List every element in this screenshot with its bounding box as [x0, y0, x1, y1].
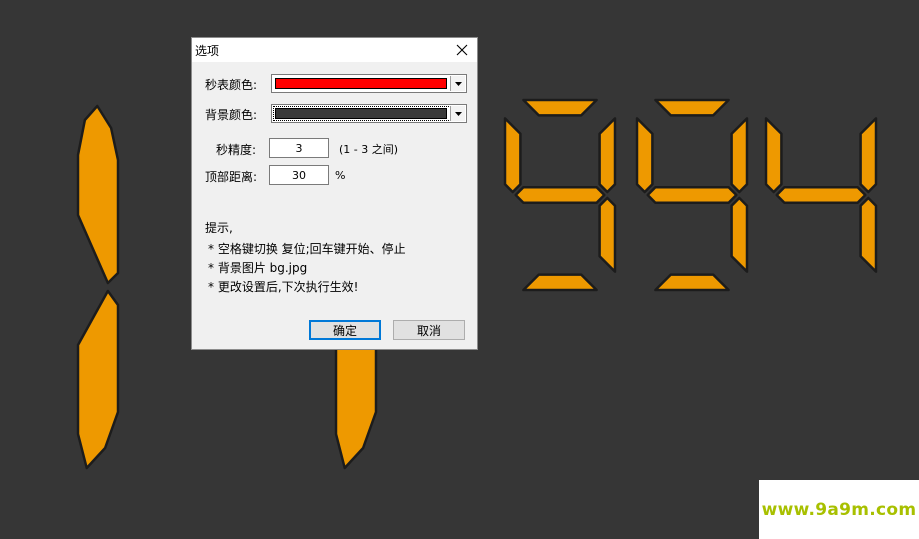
precision-hint: (1 - 3 之间): [339, 143, 399, 156]
cancel-button[interactable]: 取消: [393, 320, 465, 340]
desktop-background: 选项 秒表颜色: 背景颜色: 秒精度: 3 (1 - 3 之间) 顶部距离: 3…: [0, 0, 919, 539]
watermark-logo: www.9a9m.com: [759, 480, 919, 539]
digit-4-segment-b: [859, 117, 878, 194]
digit-3-segment-b: [730, 117, 749, 194]
watermark-text: www.9a9m.com: [761, 499, 917, 520]
dialog-titlebar[interactable]: 选项: [192, 38, 477, 62]
digit-3-segment-g: [646, 186, 738, 204]
ok-button[interactable]: 确定: [309, 320, 381, 340]
options-dialog: 选项 秒表颜色: 背景颜色: 秒精度: 3 (1 - 3 之间) 顶部距离: 3…: [191, 37, 478, 350]
precision-label: 秒精度:: [216, 143, 257, 157]
close-icon: [456, 44, 468, 56]
digit-3-segment-c: [730, 196, 749, 273]
background-color-select[interactable]: [271, 104, 467, 123]
digit-3-segment-d: [654, 273, 730, 292]
chevron-down-icon: [454, 81, 462, 86]
close-button[interactable]: [451, 40, 473, 60]
digit-2-segment-b: [598, 117, 617, 194]
chevron-down-icon: [454, 111, 462, 116]
digit-2-segment-g: [514, 186, 606, 204]
background-color-swatch: [275, 108, 447, 119]
digit-3-segment-f: [635, 117, 654, 194]
tips-heading: 提示,: [205, 221, 233, 235]
stopwatch-color-select[interactable]: [271, 74, 467, 93]
background-color-dropdown-button[interactable]: [450, 106, 465, 121]
digit-2-segment-a: [522, 98, 598, 117]
digit-4-segment-f: [764, 117, 783, 194]
dialog-title: 选项: [195, 44, 220, 58]
digit-2-segment-d: [522, 273, 598, 292]
digit-3-segment-a: [654, 98, 730, 117]
stopwatch-color-swatch: [275, 78, 447, 89]
digit-4-segment-g: [775, 186, 867, 204]
tip-line: * 背景图片 bg.jpg: [208, 261, 308, 275]
digit-4-segment-c: [859, 196, 878, 273]
digit-0-segment-c: [76, 289, 120, 470]
digit-2-segment-c: [598, 196, 617, 273]
top-distance-unit: %: [335, 169, 346, 182]
tip-line: * 更改设置后,下次执行生效!: [208, 280, 359, 294]
stopwatch-color-label: 秒表颜色:: [205, 78, 258, 92]
digit-2-segment-f: [503, 117, 522, 194]
top-distance-input[interactable]: [269, 165, 329, 185]
top-distance-label: 顶部距离:: [205, 170, 258, 184]
stopwatch-color-dropdown-button[interactable]: [450, 76, 465, 91]
precision-input[interactable]: [269, 138, 329, 158]
digit-0-segment-b: [76, 104, 120, 285]
background-color-label: 背景颜色:: [205, 108, 258, 122]
tip-line: * 空格键切换 复位;回车键开始、停止: [208, 242, 406, 256]
